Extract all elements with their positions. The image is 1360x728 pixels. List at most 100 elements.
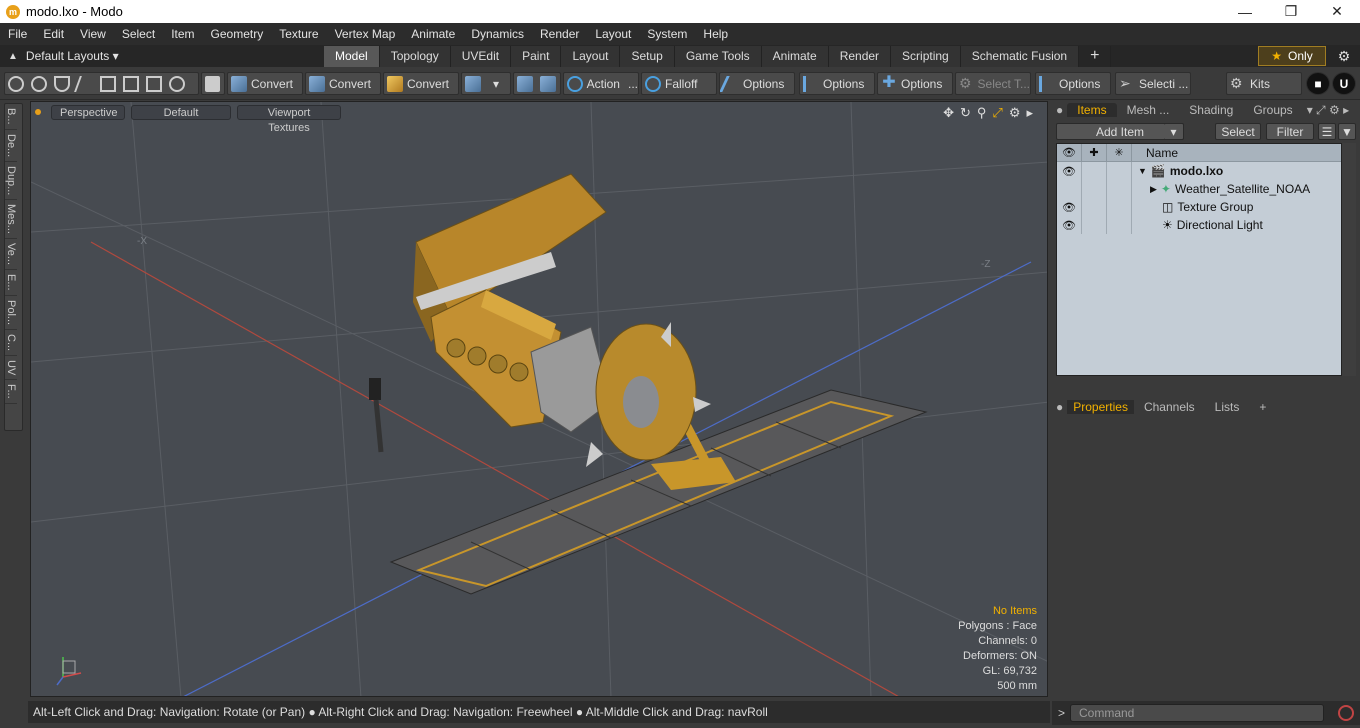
tab-properties[interactable]: Properties xyxy=(1067,400,1134,414)
shading-dropdown[interactable]: Default xyxy=(131,104,231,120)
tab-polygon[interactable]: Pol... xyxy=(5,296,17,330)
lock-header-icon[interactable]: ✚ xyxy=(1082,144,1107,161)
tab-model[interactable]: Model xyxy=(324,46,380,67)
tab-vertex[interactable]: Ve... xyxy=(5,239,17,271)
zoom-icon[interactable]: ⚲ xyxy=(977,105,987,121)
tab-schematic-fusion[interactable]: Schematic Fusion xyxy=(960,46,1080,67)
close-icon[interactable]: ✕ xyxy=(1314,0,1360,23)
panel-options-icon[interactable]: ▾ ⤢ ⚙ ▸ xyxy=(1303,103,1353,118)
menu-system[interactable]: System xyxy=(639,27,695,41)
name-column-header[interactable]: Name xyxy=(1132,146,1178,160)
eye-icon[interactable]: 👁 xyxy=(1057,198,1082,216)
tab-scripting[interactable]: Scripting xyxy=(891,46,961,67)
menu-layout[interactable]: Layout xyxy=(587,27,639,41)
expand-arrow-icon[interactable]: ▼ xyxy=(1138,166,1147,176)
item-mode-icon[interactable] xyxy=(123,75,139,92)
tab-lists[interactable]: Lists xyxy=(1205,400,1250,414)
tab-paint[interactable]: Paint xyxy=(511,46,562,67)
falloff-button[interactable]: Falloff xyxy=(641,72,717,95)
tab-animate[interactable]: Animate xyxy=(761,46,829,67)
menu-file[interactable]: File xyxy=(0,27,35,41)
satellite-model[interactable] xyxy=(369,173,928,595)
filter-button[interactable]: Filter xyxy=(1266,123,1314,140)
3d-viewport[interactable]: -X -Z Perspective Default Viewport Textu… xyxy=(30,101,1048,697)
menu-texture[interactable]: Texture xyxy=(271,27,326,41)
eye-icon[interactable]: 👁 xyxy=(1057,216,1082,234)
menu-render[interactable]: Render xyxy=(532,27,587,41)
tab-render[interactable]: Render xyxy=(828,46,892,67)
globe-icon[interactable] xyxy=(31,75,47,92)
unity-button[interactable]: ■ xyxy=(1306,72,1330,95)
selection-sets-button[interactable]: ➢ Selecti ... xyxy=(1115,72,1191,95)
only-toggle[interactable]: ★ Only xyxy=(1258,46,1326,66)
rotate-icon[interactable]: ↻ xyxy=(960,105,971,121)
tab-deform[interactable]: De... xyxy=(5,130,17,162)
item-list-scrollbar[interactable] xyxy=(1342,143,1356,376)
tab-shading[interactable]: Shading xyxy=(1179,103,1243,117)
pen-icon[interactable] xyxy=(54,75,70,92)
eye-icon[interactable]: 👁 xyxy=(1057,162,1082,180)
expand-icon[interactable]: ▸ xyxy=(1026,105,1033,121)
menu-dynamics[interactable]: Dynamics xyxy=(463,27,532,41)
layouts-dropdown[interactable]: Default Layouts ▾ xyxy=(26,49,119,63)
menu-help[interactable]: Help xyxy=(695,27,736,41)
list-item[interactable]: 👁 ▼ 🎬 modo.lxo xyxy=(1057,162,1341,180)
add-item-dropdown-icon[interactable]: ▾ xyxy=(1164,123,1184,140)
list-item[interactable]: 👁 ☀ Directional Light xyxy=(1057,216,1341,234)
vertex-mode-icon[interactable] xyxy=(8,75,24,92)
viewport-canvas[interactable]: -X -Z xyxy=(31,102,1048,697)
panel-dot-icon[interactable]: ● xyxy=(1052,103,1067,117)
maximize-icon[interactable]: ❐ xyxy=(1268,0,1314,23)
menu-geometry[interactable]: Geometry xyxy=(203,27,272,41)
tab-mesh[interactable]: Mesh ... xyxy=(1117,103,1180,117)
shield-button[interactable] xyxy=(201,72,225,95)
menu-animate[interactable]: Animate xyxy=(403,27,463,41)
fit-icon[interactable]: ⤢ xyxy=(992,105,1002,121)
render-header-icon[interactable]: ✳ xyxy=(1107,144,1132,161)
textures-dropdown[interactable]: Viewport Textures xyxy=(237,104,341,134)
tab-curve[interactable]: C... xyxy=(5,330,17,356)
material-mode-icon[interactable] xyxy=(146,75,162,92)
tab-uv[interactable]: UV xyxy=(5,356,17,381)
options-button-3[interactable]: ✚ Options xyxy=(877,72,953,95)
pan-icon[interactable]: ✥ xyxy=(943,105,954,121)
tab-uvedit[interactable]: UVEdit xyxy=(450,46,512,67)
tab-topology[interactable]: Topology xyxy=(379,46,451,67)
edge-mode-icon[interactable] xyxy=(74,75,96,92)
panel-dot-icon[interactable]: ● xyxy=(1052,400,1067,414)
collapsed-arrow-icon[interactable]: ▶ xyxy=(1150,184,1157,195)
action-center-button[interactable]: Action... xyxy=(563,72,639,95)
menu-item[interactable]: Item xyxy=(163,27,202,41)
tab-duplicate[interactable]: Dup... xyxy=(5,162,17,201)
menu-select[interactable]: Select xyxy=(114,27,163,41)
options-button-4[interactable]: Options xyxy=(1035,72,1111,95)
symmetry-group[interactable] xyxy=(513,72,561,95)
menu-edit[interactable]: Edit xyxy=(35,27,72,41)
command-input[interactable]: Command xyxy=(1070,704,1324,722)
menu-vertex-map[interactable]: Vertex Map xyxy=(327,27,404,41)
tab-fusion[interactable]: F... xyxy=(5,380,17,404)
select-through-button[interactable]: ⚙ Select T... xyxy=(955,72,1031,95)
primitive-dropdown[interactable]: ▾ xyxy=(461,72,511,95)
tab-mesh-edit[interactable]: Mes... xyxy=(5,200,17,240)
collapse-list-icon[interactable]: ☰ xyxy=(1318,123,1336,140)
convert-button-3[interactable]: Convert xyxy=(383,72,459,95)
list-item[interactable]: ▶ ✦ Weather_Satellite_NOAA xyxy=(1057,180,1341,198)
tab-channels[interactable]: Channels xyxy=(1134,400,1205,414)
viewport-menu-icon[interactable] xyxy=(35,109,41,115)
select-button[interactable]: Select xyxy=(1215,123,1261,140)
collapse-icon[interactable]: ▲ xyxy=(8,51,18,62)
tab-setup[interactable]: Setup xyxy=(620,46,675,67)
tab-items[interactable]: Items xyxy=(1067,103,1117,117)
minimize-icon[interactable]: — xyxy=(1222,0,1268,23)
menu-view[interactable]: View xyxy=(72,27,114,41)
viewport-gear-icon[interactable]: ⚙ xyxy=(1009,105,1021,121)
list-item[interactable]: 👁 ◫ Texture Group xyxy=(1057,198,1341,216)
tab-groups[interactable]: Groups xyxy=(1243,103,1302,117)
perspective-dropdown[interactable]: Perspective xyxy=(51,104,125,120)
add-tab-icon[interactable]: + xyxy=(1249,400,1276,414)
visibility-header-icon[interactable]: 👁 xyxy=(1057,144,1082,161)
pivot-mode-icon[interactable] xyxy=(169,75,185,92)
tab-layout[interactable]: Layout xyxy=(561,46,621,67)
record-icon[interactable] xyxy=(1338,705,1354,721)
